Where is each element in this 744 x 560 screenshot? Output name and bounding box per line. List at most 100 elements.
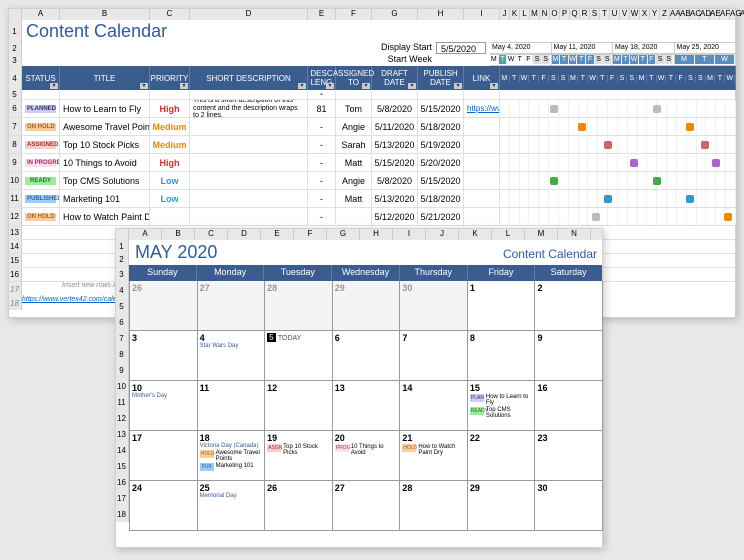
col-header[interactable]: Z <box>660 8 670 20</box>
calendar-cell[interactable]: 26 <box>265 481 333 531</box>
cell-length[interactable]: 81 <box>308 100 336 117</box>
cell-priority[interactable]: High <box>150 100 190 117</box>
calendar-cell[interactable]: 20PROG10 Things to Avoid <box>333 431 401 481</box>
column-header-short description[interactable]: SHORT DESCRIPTION▾ <box>190 66 308 90</box>
cell-link[interactable]: https://wv <box>464 100 500 117</box>
col-header[interactable]: L <box>520 8 530 20</box>
calendar-event[interactable]: PLANHow to Learn to Fly <box>470 394 533 406</box>
calendar-event[interactable]: HOLDAwesome Travel Points <box>200 450 263 462</box>
calendar-cell[interactable]: 25Memorial Day <box>198 481 266 531</box>
col-header[interactable]: E <box>261 228 294 240</box>
col-header[interactable]: L <box>492 228 525 240</box>
column-header-status[interactable]: STATUS▾ <box>22 66 60 90</box>
col-header[interactable]: O <box>550 8 560 20</box>
calendar-event[interactable]: PUBMarketing 101 <box>200 463 263 471</box>
cell-priority[interactable]: Medium <box>150 118 190 135</box>
col-header[interactable]: N <box>558 228 591 240</box>
col-header[interactable]: AH <box>740 8 744 20</box>
calendar-cell[interactable]: 9 <box>535 331 603 381</box>
col-header[interactable]: A <box>129 228 162 240</box>
display-start-value[interactable]: 5/5/2020 <box>436 42 486 54</box>
calendar-cell[interactable]: 23 <box>535 431 603 481</box>
cell-length[interactable]: - <box>308 136 336 153</box>
cell-length[interactable]: - <box>308 154 336 171</box>
table-row[interactable]: 9 IN PROGRESS 10 Things to Avoid High - … <box>8 154 736 172</box>
col-header[interactable]: C <box>150 8 190 20</box>
col-header[interactable]: U <box>610 8 620 20</box>
col-header[interactable]: I <box>393 228 426 240</box>
col-header[interactable]: D <box>190 8 308 20</box>
filter-dropdown-icon[interactable]: ▾ <box>454 83 462 89</box>
col-header[interactable]: AE <box>710 8 720 20</box>
calendar-cell[interactable]: 22 <box>468 431 536 481</box>
calendar-cell[interactable]: 16 <box>535 381 603 431</box>
col-header[interactable]: W <box>630 8 640 20</box>
cell-priority[interactable] <box>150 208 190 225</box>
calendar-cell[interactable]: 29 <box>333 281 401 331</box>
calendar-cell[interactable]: 12 <box>265 381 333 431</box>
cell-draft-date[interactable]: 5/8/2020 <box>372 100 418 117</box>
calendar-cell[interactable]: 21HOLDHow to Watch Paint Dry <box>400 431 468 481</box>
cell-assigned[interactable]: Sarah <box>336 136 372 153</box>
column-header-link[interactable]: LINK▾ <box>464 66 500 90</box>
table-row[interactable]: 11 PUBLISHED Marketing 101 Low - Matt 5/… <box>8 190 736 208</box>
col-header[interactable]: J <box>500 8 510 20</box>
cell-draft-date[interactable]: 5/15/2020 <box>372 154 418 171</box>
col-header[interactable]: AD <box>700 8 710 20</box>
cell-length[interactable]: - <box>308 208 336 225</box>
cell-publish-date[interactable]: 5/15/2020 <box>418 172 464 189</box>
cell-length[interactable]: - <box>308 190 336 207</box>
col-header[interactable]: N <box>540 8 550 20</box>
col-header[interactable]: AG <box>730 8 740 20</box>
calendar-event[interactable]: HOLDHow to Watch Paint Dry <box>402 444 465 456</box>
col-header[interactable]: A <box>22 8 60 20</box>
cell-assigned[interactable]: Angie <box>336 172 372 189</box>
cell-draft-date[interactable]: 5/11/2020 <box>372 118 418 135</box>
cell-title[interactable]: 10 Things to Avoid <box>60 154 150 171</box>
cell-priority[interactable]: Medium <box>150 136 190 153</box>
cell-publish-date[interactable]: 5/18/2020 <box>418 190 464 207</box>
calendar-cell[interactable]: 30 <box>400 281 468 331</box>
calendar-cell[interactable]: 24 <box>129 481 198 531</box>
cell-draft-date[interactable]: 5/13/2020 <box>372 136 418 153</box>
calendar-event[interactable]: PROG10 Things to Avoid <box>335 444 398 456</box>
cell-assigned[interactable]: Matt <box>336 190 372 207</box>
cell-publish-date[interactable]: 5/18/2020 <box>418 118 464 135</box>
cell-length[interactable]: - <box>308 118 336 135</box>
calendar-cell[interactable]: 5 TODAY <box>265 331 333 381</box>
table-row[interactable]: 6 PLANNED How to Learn to Fly High This … <box>8 100 736 118</box>
cell-assigned[interactable]: Angie <box>336 118 372 135</box>
cell-publish-date[interactable]: 5/15/2020 <box>418 100 464 117</box>
col-header[interactable]: E <box>308 8 336 20</box>
filter-dropdown-icon[interactable]: ▾ <box>50 83 58 89</box>
cell-priority[interactable]: High <box>150 154 190 171</box>
cell-description[interactable] <box>190 208 308 225</box>
cell-publish-date[interactable]: 5/21/2020 <box>418 208 464 225</box>
cell-title[interactable]: Top CMS Solutions <box>60 172 150 189</box>
filter-dropdown-icon[interactable]: ▾ <box>298 83 306 89</box>
calendar-cell[interactable]: 11 <box>198 381 266 431</box>
cell-description[interactable] <box>190 172 308 189</box>
col-header[interactable]: H <box>360 228 393 240</box>
col-header[interactable]: K <box>510 8 520 20</box>
calendar-cell[interactable]: 6 <box>333 331 401 381</box>
cell-title[interactable]: Marketing 101 <box>60 190 150 207</box>
filter-dropdown-icon[interactable]: ▾ <box>140 83 148 89</box>
cell-title[interactable]: Awesome Travel Points <box>60 118 150 135</box>
col-header[interactable]: Y <box>650 8 660 20</box>
calendar-cell[interactable]: 27 <box>333 481 401 531</box>
col-header[interactable]: D <box>228 228 261 240</box>
col-header[interactable]: B <box>60 8 150 20</box>
col-header[interactable]: AC <box>690 8 700 20</box>
calendar-cell[interactable]: 30 <box>535 481 603 531</box>
column-header-draft date[interactable]: DRAFT DATE▾ <box>372 66 418 90</box>
col-header[interactable]: M <box>530 8 540 20</box>
column-header-desc leng[interactable]: DESC LENG▾ <box>308 66 336 90</box>
cell-link[interactable] <box>464 118 500 135</box>
cell-link[interactable] <box>464 190 500 207</box>
column-header-title[interactable]: TITLE▾ <box>60 66 150 90</box>
cell-title[interactable]: How to Learn to Fly <box>60 100 150 117</box>
col-header[interactable]: AA <box>670 8 680 20</box>
calendar-cell[interactable]: 13 <box>333 381 401 431</box>
column-header-priority[interactable]: PRIORITY▾ <box>150 66 190 90</box>
